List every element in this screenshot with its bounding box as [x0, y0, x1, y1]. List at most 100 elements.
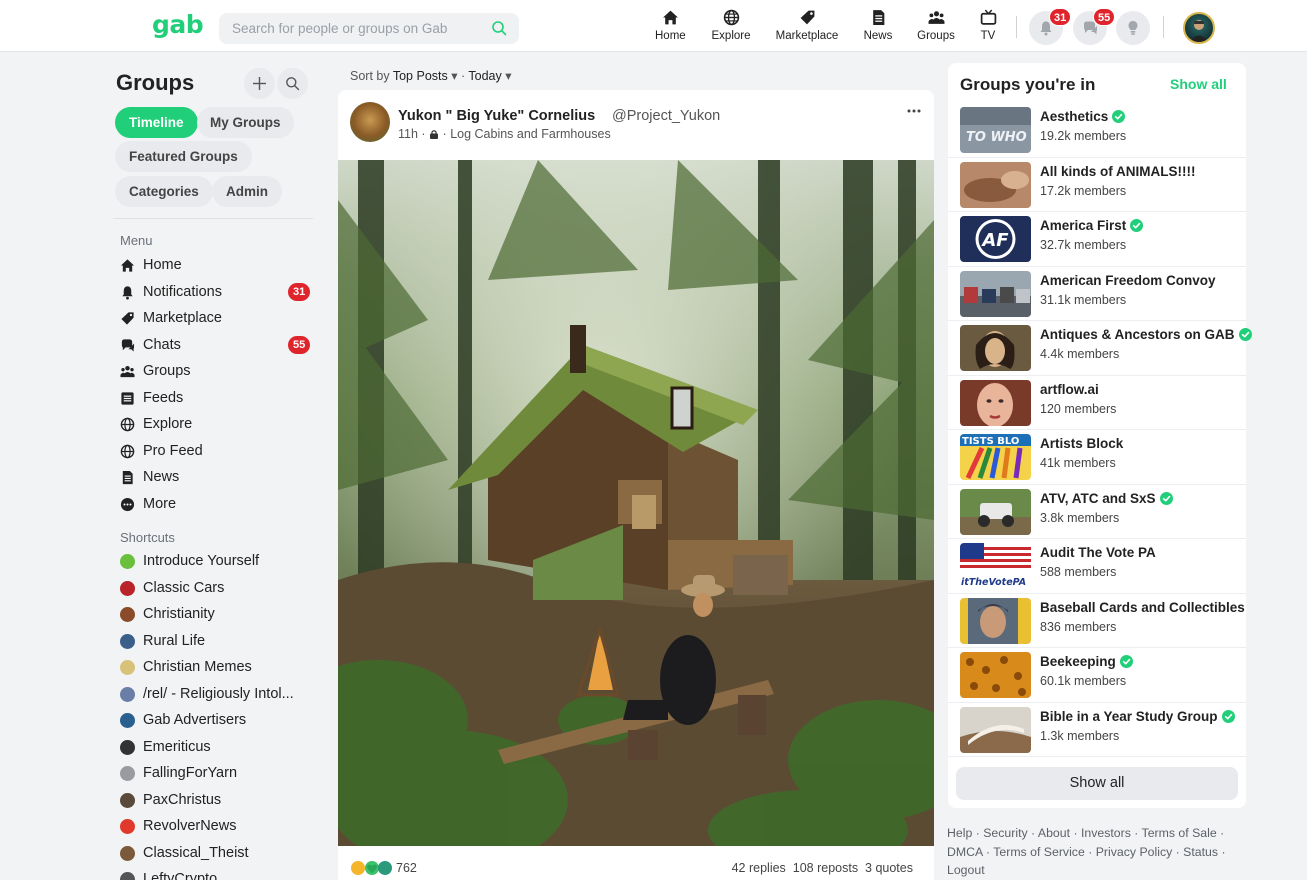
group-row[interactable]: Baseball Cards and Collectibles 836 membe…	[948, 594, 1246, 648]
nav-news[interactable]: News	[862, 9, 894, 42]
chats-button[interactable]: 55	[1073, 8, 1116, 45]
group-thumbnail[interactable]	[960, 270, 1031, 317]
search-groups-button[interactable]	[277, 68, 308, 99]
reposts-count[interactable]: 108 reposts	[793, 861, 858, 875]
replies-count[interactable]: 42 replies	[732, 861, 786, 875]
nav-tv[interactable]: TV	[977, 9, 999, 42]
group-name[interactable]: American Freedom Convoy	[1040, 273, 1216, 288]
search-input[interactable]	[232, 21, 482, 36]
show-all-button[interactable]: Show all	[956, 767, 1238, 800]
group-row[interactable]: TISTS BLO Artists Block 41k members	[948, 430, 1246, 485]
group-thumbnail[interactable]	[960, 597, 1031, 644]
group-row[interactable]: Antiques & Ancestors on GAB 4.4k members	[948, 321, 1252, 376]
author-name[interactable]: Yukon " Big Yuke" Cornelius	[398, 108, 595, 124]
reaction-icons[interactable]	[350, 860, 394, 876]
group-name[interactable]: Audit The Vote PA	[1040, 545, 1156, 560]
tab-categories[interactable]: Categories	[115, 176, 213, 207]
nav-explore[interactable]: Explore	[711, 9, 751, 42]
shortcut-item[interactable]: Emeriticus	[120, 736, 310, 758]
group-row[interactable]: Bible in a Year Study Group 1.3k members	[948, 703, 1246, 757]
shortcut-item[interactable]: PaxChristus	[120, 789, 310, 811]
group-thumbnail[interactable]	[960, 325, 1031, 371]
user-avatar[interactable]	[1183, 12, 1215, 44]
menu-item-news[interactable]: News	[120, 466, 310, 488]
nav-home[interactable]: Home	[655, 9, 686, 42]
group-row[interactable]: American Freedom Convoy 31.1k members	[948, 267, 1246, 321]
menu-item-pro-feed[interactable]: Pro Feed	[120, 440, 310, 462]
shortcut-item[interactable]: Classic Cars	[120, 577, 310, 599]
nav-groups[interactable]: Groups	[916, 9, 956, 42]
footer-line[interactable]: DMCA · Terms of Service · Privacy Policy…	[947, 843, 1247, 862]
shortcut-item[interactable]: Gab Advertisers	[120, 709, 310, 731]
quotes-count[interactable]: 3 quotes	[865, 861, 913, 875]
group-thumbnail[interactable]: AF	[960, 216, 1031, 262]
group-name[interactable]: Antiques & Ancestors on GAB	[1040, 327, 1252, 342]
group-name[interactable]: All kinds of ANIMALS!!!!	[1040, 164, 1195, 179]
menu-item-groups[interactable]: Groups	[120, 360, 310, 382]
shortcut-item[interactable]: /rel/ - Religiously Intol...	[120, 683, 310, 705]
globe-icon	[120, 417, 135, 432]
gab-logo[interactable]: gab	[152, 10, 204, 39]
nav-marketplace[interactable]: Marketplace	[774, 9, 840, 42]
group-thumbnail[interactable]	[960, 488, 1031, 535]
group-name[interactable]: Bible in a Year Study Group	[1040, 709, 1235, 724]
author-avatar[interactable]	[350, 102, 390, 142]
group-name[interactable]: Beekeeping	[1040, 654, 1133, 669]
shortcut-item[interactable]: RevolverNews	[120, 815, 310, 837]
shortcut-item[interactable]: Classical_Theist	[120, 842, 310, 864]
group-row[interactable]: artflow.ai 120 members	[948, 376, 1246, 430]
group-row[interactable]: All kinds of ANIMALS!!!! 17.2k members	[948, 158, 1246, 212]
group-thumbnail[interactable]: itTheVotePA	[960, 543, 1031, 589]
group-name[interactable]: Baseball Cards and Collectibles	[1040, 600, 1245, 615]
menu-item-marketplace[interactable]: Marketplace	[120, 307, 310, 329]
group-thumbnail[interactable]	[960, 706, 1031, 753]
group-name[interactable]: America First	[1040, 218, 1144, 233]
shortcut-item[interactable]: Introduce Yourself	[120, 550, 310, 572]
menu-item-feeds[interactable]: Feeds	[120, 387, 310, 409]
group-row[interactable]: itTheVotePA Audit The Vote PA 588 members	[948, 539, 1246, 594]
group-name[interactable]: Aesthetics	[1040, 109, 1126, 124]
group-name[interactable]: artflow.ai	[1040, 382, 1099, 397]
post-time[interactable]: 11h	[398, 127, 418, 141]
search-box[interactable]	[219, 13, 519, 44]
sort-dropdown[interactable]: Top Posts	[393, 69, 448, 83]
group-row[interactable]: Beekeeping 60.1k members	[948, 648, 1246, 703]
post-group-link[interactable]: Log Cabins and Farmhouses	[450, 127, 611, 141]
menu-item-explore[interactable]: Explore	[120, 413, 310, 435]
post-image[interactable]	[338, 160, 934, 846]
group-thumbnail[interactable]: TO WHO	[960, 107, 1031, 153]
shortcut-item[interactable]: Christianity	[120, 603, 310, 625]
tab-featured-groups[interactable]: Featured Groups	[115, 141, 252, 172]
menu-item-home[interactable]: Home	[120, 254, 310, 276]
menu-item-chats[interactable]: Chats 55	[120, 334, 311, 356]
group-thumbnail[interactable]	[960, 379, 1031, 426]
tab-admin[interactable]: Admin	[212, 176, 282, 207]
time-filter-dropdown[interactable]: Today	[468, 69, 501, 83]
group-thumbnail[interactable]	[960, 652, 1031, 698]
footer-line[interactable]: Help · Security · About · Investors · Te…	[947, 824, 1247, 843]
author-handle[interactable]: @Project_Yukon	[612, 108, 720, 124]
group-thumbnail[interactable]	[960, 161, 1031, 208]
create-group-button[interactable]	[244, 68, 275, 99]
group-name[interactable]: ATV, ATC and SxS	[1040, 491, 1173, 506]
tab-my-groups[interactable]: My Groups	[197, 107, 294, 138]
group-row[interactable]: ATV, ATC and SxS 3.8k members	[948, 485, 1246, 539]
group-row[interactable]: TO WHO Aesthetics 19.2k members	[948, 103, 1246, 158]
show-all-link[interactable]: Show all	[1170, 76, 1227, 92]
more-options-icon[interactable]	[905, 104, 923, 118]
footer-line[interactable]: Logout	[947, 861, 1247, 880]
group-thumbnail[interactable]: TISTS BLO	[960, 434, 1031, 480]
likes-count[interactable]: 762	[396, 861, 417, 875]
menu-item-notifications[interactable]: Notifications 31	[120, 281, 311, 303]
notifications-button[interactable]: 31	[1029, 8, 1072, 45]
menu-item-more[interactable]: More	[120, 493, 310, 515]
shortcut-item[interactable]: Rural Life	[120, 630, 310, 652]
shortcut-item[interactable]: LeftyCrypto	[120, 868, 310, 880]
group-name[interactable]: Artists Block	[1040, 436, 1123, 451]
shortcut-item[interactable]: Christian Memes	[120, 656, 310, 678]
search-icon[interactable]	[491, 20, 507, 36]
tab-timeline[interactable]: Timeline	[115, 107, 198, 138]
tips-button[interactable]	[1116, 11, 1150, 45]
group-row[interactable]: AF America First 32.7k members	[948, 212, 1246, 267]
shortcut-item[interactable]: FallingForYarn	[120, 762, 310, 784]
